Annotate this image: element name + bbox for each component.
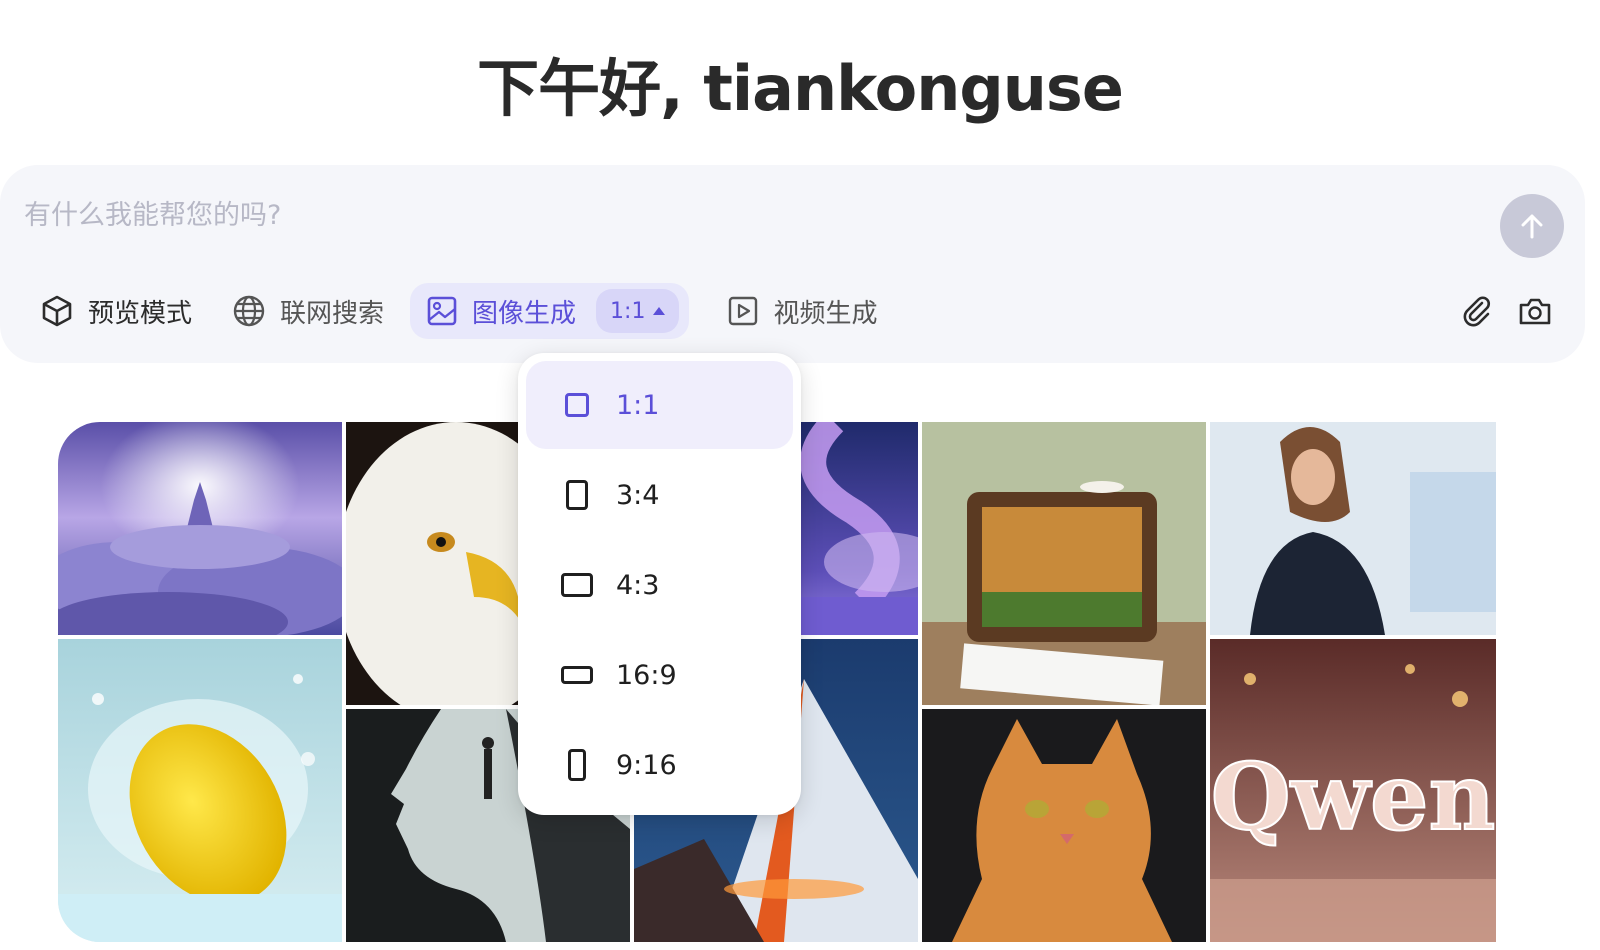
web-search-label: 联网搜索 <box>280 298 385 329</box>
ratio-option-label: 3:4 <box>616 479 660 511</box>
image-generation-label: 图像生成 <box>472 298 577 329</box>
example-image-gallery: Qwen <box>58 422 1548 942</box>
preview-mode-label: 预览模式 <box>88 298 193 329</box>
caret-up-icon <box>653 307 666 315</box>
composer-actions <box>1439 283 1555 339</box>
ratio-option-9-16[interactable]: 9:16 <box>526 721 793 809</box>
aspect-ratio-menu: 1:1 3:4 4:3 16:9 9:16 <box>518 353 801 815</box>
gallery-image-speaker[interactable] <box>1210 422 1496 635</box>
gallery-image-cat[interactable] <box>922 709 1206 942</box>
cube-icon <box>42 295 72 327</box>
gallery-image-qwen-text[interactable]: Qwen <box>1210 639 1496 942</box>
qwen-glow-text: Qwen <box>1211 743 1496 851</box>
ratio-option-label: 1:1 <box>616 389 660 421</box>
wide-rect-icon <box>561 666 593 684</box>
tall-rect-icon <box>568 749 586 781</box>
camera-icon <box>1519 298 1551 325</box>
ratio-option-label: 4:3 <box>616 569 660 601</box>
globe-icon <box>233 295 265 327</box>
preview-mode-button[interactable]: 预览模式 <box>26 283 206 339</box>
gallery-image-castle-clouds[interactable] <box>58 422 342 635</box>
chat-composer: 预览模式 联网搜索 图像生成 1:1 <box>0 165 1585 363</box>
video-generation-button[interactable]: 视频生成 <box>713 283 891 339</box>
greeting-title: 下午好, tiankonguse <box>477 52 1124 125</box>
ratio-option-label: 9:16 <box>616 749 677 781</box>
gallery-image-radio-diorama[interactable] <box>922 422 1206 705</box>
ratio-option-label: 16:9 <box>616 659 677 691</box>
aspect-ratio-value: 1:1 <box>610 298 646 324</box>
aspect-ratio-dropdown[interactable]: 1:1 <box>596 289 680 333</box>
play-square-icon <box>729 296 758 326</box>
web-search-button[interactable]: 联网搜索 <box>218 283 398 339</box>
arrow-up-icon <box>1521 214 1543 239</box>
image-generation-button[interactable]: 图像生成 1:1 <box>410 283 690 339</box>
input-toolbar: 预览模式 联网搜索 图像生成 1:1 视频生成 <box>26 283 903 339</box>
paperclip-icon <box>1463 296 1490 327</box>
landscape-rect-icon <box>561 573 593 597</box>
attach-button[interactable] <box>1457 291 1497 331</box>
ratio-option-4-3[interactable]: 4:3 <box>526 541 793 629</box>
send-button[interactable] <box>1500 194 1564 258</box>
prompt-input[interactable] <box>24 193 1424 237</box>
square-icon <box>565 393 589 417</box>
image-icon <box>427 296 457 326</box>
ratio-option-16-9[interactable]: 16:9 <box>526 631 793 719</box>
video-generation-label: 视频生成 <box>773 298 878 329</box>
ratio-option-3-4[interactable]: 3:4 <box>526 451 793 539</box>
gallery-image-lemon-splash[interactable] <box>58 639 342 942</box>
ratio-option-1-1[interactable]: 1:1 <box>526 361 793 449</box>
camera-button[interactable] <box>1515 291 1555 331</box>
portrait-rect-icon <box>566 480 588 510</box>
